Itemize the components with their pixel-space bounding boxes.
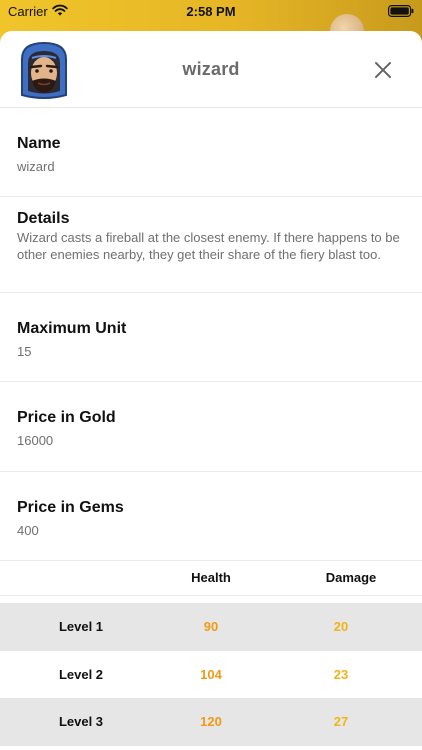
name-value: wizard	[17, 159, 55, 174]
name-section: Name wizard	[0, 108, 422, 197]
price-gold-label: Price in Gold	[17, 409, 116, 426]
status-bar: Carrier 2:58 PM	[0, 0, 422, 24]
price-gems-section: Price in Gems 400	[0, 472, 422, 561]
table-row: Level 3 120 27	[0, 698, 422, 746]
max-unit-section: Maximum Unit 15	[0, 293, 422, 382]
level-cell: Level 3	[58, 714, 104, 729]
stats-table-header: Health Damage	[0, 561, 422, 596]
page-title: wizard	[182, 59, 240, 79]
table-spacer	[0, 596, 422, 603]
clock: 2:58 PM	[186, 4, 236, 19]
max-unit-label: Maximum Unit	[17, 320, 127, 337]
table-row: Level 2 104 23	[0, 650, 422, 698]
name-label: Name	[17, 135, 61, 152]
damage-cell: 23	[333, 666, 349, 682]
level-cell: Level 1	[58, 619, 104, 634]
sheet-header: wizard	[0, 31, 422, 108]
health-cell: 104	[200, 666, 222, 682]
detail-sheet: wizard Name wizard Details Wizard casts …	[0, 31, 422, 750]
damage-cell: 20	[333, 619, 349, 634]
health-cell: 120	[200, 714, 222, 729]
details-value: Wizard casts a fireball at the closest e…	[17, 230, 400, 262]
details-label: Details	[17, 210, 70, 227]
health-cell: 90	[203, 619, 219, 634]
price-gold-value: 16000	[17, 433, 54, 448]
price-gems-label: Price in Gems	[17, 499, 124, 516]
battery-icon	[388, 5, 414, 17]
price-gold-section: Price in Gold 16000	[0, 382, 422, 472]
damage-cell: 27	[333, 714, 349, 729]
level-cell: Level 2	[58, 666, 104, 682]
details-section: Details Wizard casts a fireball at the c…	[0, 197, 422, 293]
price-gems-value: 400	[17, 523, 39, 538]
health-column-header: Health	[191, 570, 231, 585]
close-icon[interactable]	[374, 61, 392, 79]
damage-column-header: Damage	[325, 570, 377, 585]
max-unit-value: 15	[17, 344, 32, 359]
table-row: Level 1 90 20	[0, 603, 422, 651]
